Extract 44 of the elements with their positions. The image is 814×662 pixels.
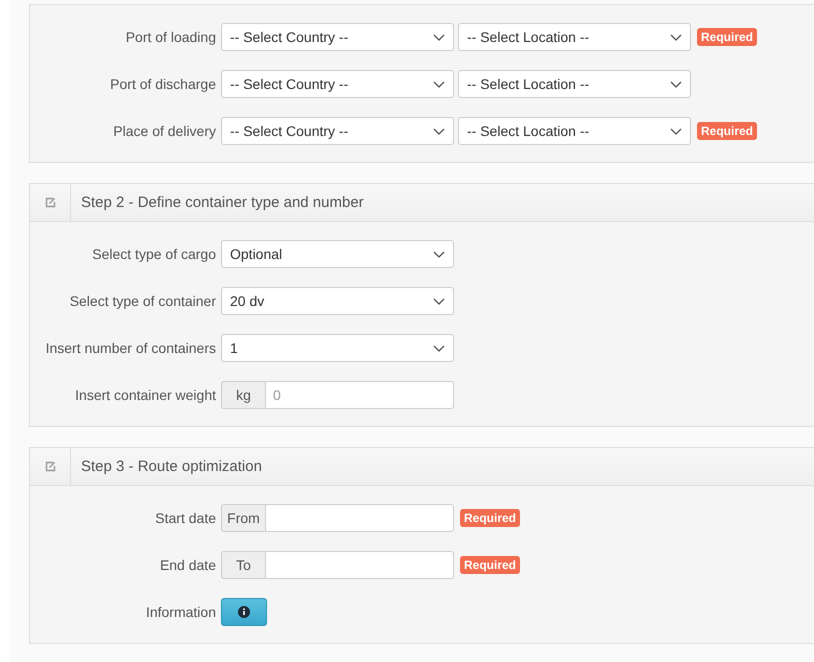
edit-icon bbox=[44, 461, 56, 472]
chevron-down-icon bbox=[433, 34, 445, 40]
input-addon: To bbox=[221, 551, 265, 579]
field-label: Port of loading bbox=[124, 29, 216, 45]
input-field[interactable] bbox=[265, 551, 454, 579]
chevron-down-icon bbox=[670, 34, 682, 40]
input-addon: kg bbox=[221, 381, 265, 409]
info-button[interactable] bbox=[221, 598, 267, 626]
field-label: Select type of container bbox=[68, 293, 216, 309]
field-label: Information bbox=[144, 604, 216, 620]
field-label: Port of discharge bbox=[109, 76, 216, 92]
field-label: Insert container weight bbox=[74, 387, 216, 403]
chevron-down-icon bbox=[433, 298, 445, 304]
required-badge: Required bbox=[460, 509, 520, 527]
info-icon bbox=[238, 606, 250, 618]
chevron-down-icon bbox=[433, 344, 445, 352]
required-badge: Required bbox=[460, 556, 520, 574]
chevron-down-icon bbox=[670, 128, 682, 134]
required-badge: Required bbox=[697, 122, 758, 140]
select-field[interactable]: 20 dv bbox=[221, 287, 454, 315]
select-field[interactable]: -- Select Country -- bbox=[221, 70, 454, 98]
edit-icon bbox=[44, 197, 56, 208]
chevron-down-icon bbox=[433, 250, 445, 258]
field-label: Place of delivery bbox=[112, 123, 216, 139]
field-label: Start date bbox=[154, 510, 216, 526]
input-addon: From bbox=[221, 504, 265, 532]
input-field[interactable] bbox=[265, 504, 454, 532]
select-field[interactable]: Optional bbox=[221, 240, 454, 268]
required-badge: Required bbox=[697, 28, 758, 46]
chevron-down-icon bbox=[433, 80, 445, 88]
select-field[interactable]: -- Select Country -- bbox=[221, 117, 454, 145]
panel-title: Step 3 - Route optimization bbox=[80, 458, 262, 475]
panel-title: Step 2 - Define container type and number bbox=[80, 194, 364, 211]
select-field[interactable]: -- Select Country -- bbox=[221, 23, 454, 51]
field-label: Insert number of containers bbox=[44, 340, 216, 356]
select-field[interactable]: -- Select Location -- bbox=[458, 70, 691, 98]
field-label: Select type of cargo bbox=[91, 246, 216, 262]
chevron-down-icon bbox=[433, 128, 445, 134]
select-field[interactable]: -- Select Location -- bbox=[458, 117, 691, 145]
select-field[interactable]: 1 bbox=[221, 334, 454, 362]
input-field[interactable]: 0 bbox=[265, 381, 454, 409]
chevron-down-icon bbox=[670, 80, 682, 88]
field-label: End date bbox=[158, 557, 216, 573]
select-field[interactable]: -- Select Location -- bbox=[458, 23, 691, 51]
